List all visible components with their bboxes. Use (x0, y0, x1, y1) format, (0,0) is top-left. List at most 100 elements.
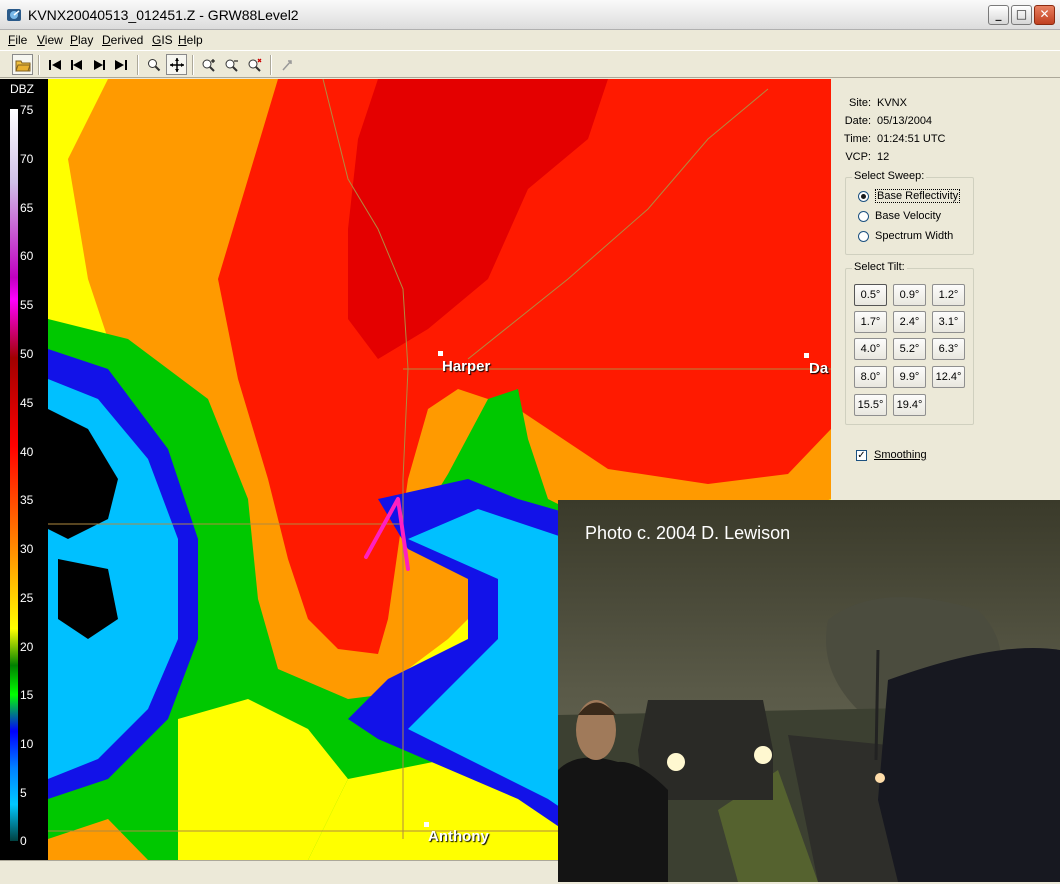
menu-gis[interactable]: GIS (152, 33, 173, 47)
tilt-button-15-5[interactable]: 15.5° (854, 394, 887, 416)
legend-tick: 20 (20, 640, 34, 654)
smoothing-label: Smoothing (874, 449, 927, 461)
tilt-button-0-9[interactable]: 0.9° (893, 284, 926, 306)
menu-help[interactable]: Help (178, 33, 203, 47)
date-info: Date: 05/13/2004 (834, 115, 932, 127)
legend-tick: 5 (20, 786, 27, 800)
radio-base-reflectivity[interactable]: Base Reflectivity (858, 189, 961, 203)
legend-tick: 55 (20, 298, 34, 312)
menu-play[interactable]: Play (70, 33, 93, 47)
select-tilt-label: Select Tilt: (852, 261, 907, 273)
select-tilt-group: Select Tilt: 0.5° 0.9° 1.2° 1.7° 2.4° 3.… (845, 261, 974, 425)
open-folder-icon[interactable] (12, 54, 33, 75)
legend-tick: 0 (20, 834, 27, 848)
toolbar-separator (137, 55, 139, 75)
vcp-info: VCP: 12 (834, 151, 889, 163)
tilt-button-1-2[interactable]: 1.2° (932, 284, 965, 306)
time-value: 01:24:51 UTC (877, 133, 946, 145)
photo-caption: Photo c. 2004 D. Lewison (585, 523, 791, 543)
site-info: Site: KVNX (834, 97, 907, 109)
maximize-button[interactable]: □ (1011, 5, 1032, 25)
zoom-in-icon[interactable] (198, 54, 219, 75)
city-marker-danville (804, 353, 809, 358)
previous-frame-icon[interactable] (66, 54, 87, 75)
legend-tick: 45 (20, 396, 34, 410)
first-frame-icon[interactable] (44, 54, 65, 75)
menu-derived[interactable]: Derived (102, 33, 143, 47)
zoom-out-icon[interactable] (221, 54, 242, 75)
site-label: Site: (848, 97, 871, 109)
radar-app-icon (7, 9, 21, 21)
legend-tick: 60 (20, 249, 34, 263)
city-label-anthony: Anthony (428, 828, 489, 845)
last-frame-icon[interactable] (110, 54, 131, 75)
legend-tick: 65 (20, 201, 34, 215)
vcp-value: 12 (877, 151, 890, 163)
legend-tick: 25 (20, 591, 34, 605)
pointer-icon[interactable] (276, 54, 297, 75)
legend-tick: 75 (20, 103, 34, 117)
menu-file[interactable]: File (8, 33, 27, 47)
city-marker-harper (438, 351, 443, 356)
tilt-button-5-2[interactable]: 5.2° (893, 338, 926, 360)
window-title: KVNX20040513_012451.Z - GRW88Level2 (28, 7, 299, 23)
tilt-button-9-9[interactable]: 9.9° (893, 366, 926, 388)
tilt-button-6-3[interactable]: 6.3° (932, 338, 965, 360)
vcp-label: VCP: (845, 151, 871, 163)
menu-bar: File View Play Derived GIS Help (0, 30, 1060, 50)
legend-tick: 50 (20, 347, 34, 361)
site-value: KVNX (877, 97, 907, 109)
city-label-harper: Harper (442, 358, 491, 375)
tilt-button-8-0[interactable]: 8.0° (854, 366, 887, 388)
select-sweep-label: Select Sweep: (852, 170, 927, 182)
tilt-button-12-4[interactable]: 12.4° (932, 366, 965, 388)
legend-tick: 15 (20, 688, 34, 702)
radio-unselected-icon (858, 210, 869, 222)
legend-tick: 35 (20, 493, 34, 507)
toolbar (0, 50, 1060, 78)
tilt-button-19-4[interactable]: 19.4° (893, 394, 926, 416)
close-button[interactable]: ✕ (1034, 5, 1055, 25)
pan-icon[interactable] (166, 54, 187, 75)
storm-chaser-photo: Photo c. 2004 D. Lewison (558, 500, 1060, 882)
time-info: Time: 01:24:51 UTC (834, 133, 946, 145)
radio-unselected-icon (858, 230, 869, 242)
smoothing-checkbox[interactable]: ✓ Smoothing (856, 449, 927, 461)
tilt-button-1-7[interactable]: 1.7° (854, 311, 887, 333)
legend-tick: 30 (20, 542, 34, 556)
radio-spectrum-width[interactable]: Spectrum Width (858, 230, 953, 242)
city-marker-anthony (424, 822, 429, 827)
status-bar (0, 860, 558, 884)
tilt-button-2-4[interactable]: 2.4° (893, 311, 926, 333)
legend-tick: 40 (20, 445, 34, 459)
date-value: 05/13/2004 (877, 115, 933, 127)
title-bar: KVNX20040513_012451.Z - GRW88Level2 _ □ … (0, 0, 1060, 30)
select-sweep-group: Select Sweep: Base Reflectivity Base Vel… (845, 170, 974, 255)
photo-image (558, 500, 1060, 882)
time-label: Time: (843, 133, 871, 145)
city-label-danville: Da (809, 360, 829, 377)
legend-tick: 10 (20, 737, 34, 751)
minimize-button[interactable]: _ (988, 5, 1009, 25)
date-label: Date: (844, 115, 871, 127)
radio-label: Base Velocity (875, 210, 942, 222)
next-frame-icon[interactable] (88, 54, 109, 75)
dbz-color-bar (10, 109, 18, 841)
toolbar-separator (270, 55, 272, 75)
tilt-button-3-1[interactable]: 3.1° (932, 311, 965, 333)
radio-base-velocity[interactable]: Base Velocity (858, 210, 941, 222)
radio-selected-icon (858, 190, 869, 202)
radio-label: Spectrum Width (875, 230, 954, 242)
toolbar-separator (38, 55, 40, 75)
toolbar-separator (192, 55, 194, 75)
tilt-button-4-0[interactable]: 4.0° (854, 338, 887, 360)
radio-label: Base Reflectivity (875, 189, 961, 203)
dbz-legend: DBZ 75 70 65 60 55 50 45 40 35 30 25 20 … (0, 79, 48, 860)
control-panel: Site: KVNX Date: 05/13/2004 Time: 01:24:51 … (831, 79, 1060, 500)
legend-tick: 70 (20, 152, 34, 166)
legend-title: DBZ (10, 82, 34, 96)
menu-view[interactable]: View (37, 33, 63, 47)
zoom-reset-icon[interactable] (244, 54, 265, 75)
tilt-button-0-5[interactable]: 0.5° (854, 284, 887, 306)
zoom-icon[interactable] (143, 54, 164, 75)
